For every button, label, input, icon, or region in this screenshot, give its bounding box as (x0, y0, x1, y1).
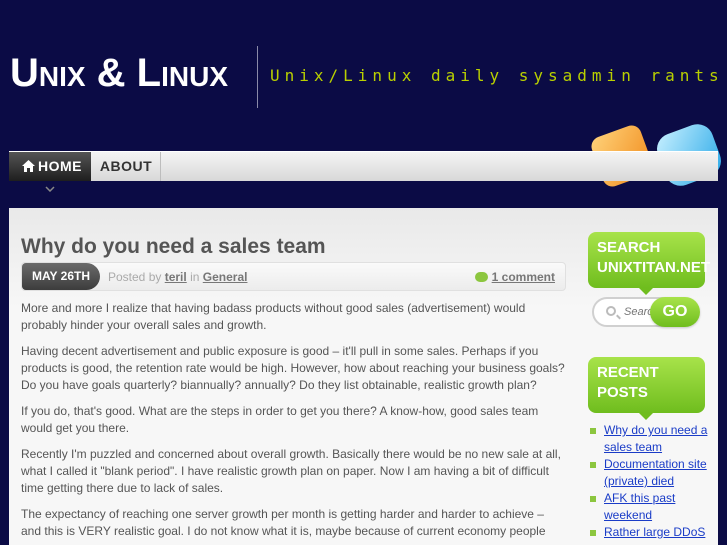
list-item: Documentation site (private) died (588, 456, 708, 490)
search-widget-title-text: SEARCH UNIXTITAN.NET (597, 239, 711, 276)
post-paragraph: Having decent advertisement and public e… (21, 344, 565, 392)
posted-by-label: Posted by (108, 270, 162, 284)
post-body: More and more I realize that having bada… (21, 300, 565, 545)
recent-posts-title-text: RECENT POSTS (597, 364, 659, 401)
recent-post-link[interactable]: Why do you need a sales team (604, 423, 707, 454)
title-notch (638, 412, 654, 420)
post-date-badge: MAY 26TH (22, 263, 100, 290)
category-link[interactable]: General (203, 270, 248, 284)
nav-item-about[interactable]: ABOUT (92, 152, 161, 181)
post-paragraph: The expectancy of reaching one server gr… (21, 507, 546, 545)
list-item: Why do you need a sales team (588, 422, 708, 456)
post-paragraph: If you do, that's good. What are the ste… (21, 404, 539, 435)
search-go-button[interactable]: GO (650, 297, 700, 327)
recent-posts-title: RECENT POSTS (588, 357, 705, 420)
search-widget-title: SEARCH UNIXTITAN.NET (588, 232, 710, 295)
post-meta-bar: MAY 26TH Posted by teril in General 1 co… (21, 262, 566, 291)
title-notch (638, 287, 654, 295)
search-icon (606, 306, 616, 316)
author-link[interactable]: teril (165, 270, 187, 284)
comment-bubble-icon (474, 272, 488, 282)
nav-item-home-label: HOME (38, 158, 82, 174)
post-paragraph: Recently I'm puzzled and concerned about… (21, 447, 561, 495)
main-nav: HOME ABOUT (9, 151, 718, 192)
recent-post-link[interactable]: Documentation site (private) died (604, 457, 707, 488)
post-title[interactable]: Why do you need a sales team (21, 235, 326, 259)
site-header: Unix & Linux Unix/Linux daily sysadmin r… (0, 0, 727, 191)
recent-posts-list: Why do you need a sales team Documentati… (588, 422, 708, 541)
recent-post-link[interactable]: Rather large DDoS (604, 525, 705, 539)
post-meta-text: Posted by teril in General (108, 270, 247, 284)
comments-link[interactable]: 1 comment (474, 270, 555, 284)
list-item: AFK this past weekend (588, 490, 708, 524)
nav-item-home[interactable]: HOME (9, 152, 91, 181)
site-logo[interactable]: Unix & Linux (10, 50, 228, 96)
list-item: Rather large DDoS (588, 524, 708, 541)
home-icon (22, 160, 35, 172)
post-paragraph: More and more I realize that having bada… (21, 301, 526, 332)
content-area: Why do you need a sales team MAY 26TH Po… (9, 208, 718, 545)
chevron-down-icon (45, 186, 55, 192)
recent-post-link[interactable]: AFK this past weekend (604, 491, 675, 522)
in-label: in (190, 270, 200, 284)
comments-link-label: 1 comment (491, 270, 555, 284)
header-divider (257, 46, 258, 108)
site-tagline: Unix/Linux daily sysadmin rants! (270, 66, 727, 85)
